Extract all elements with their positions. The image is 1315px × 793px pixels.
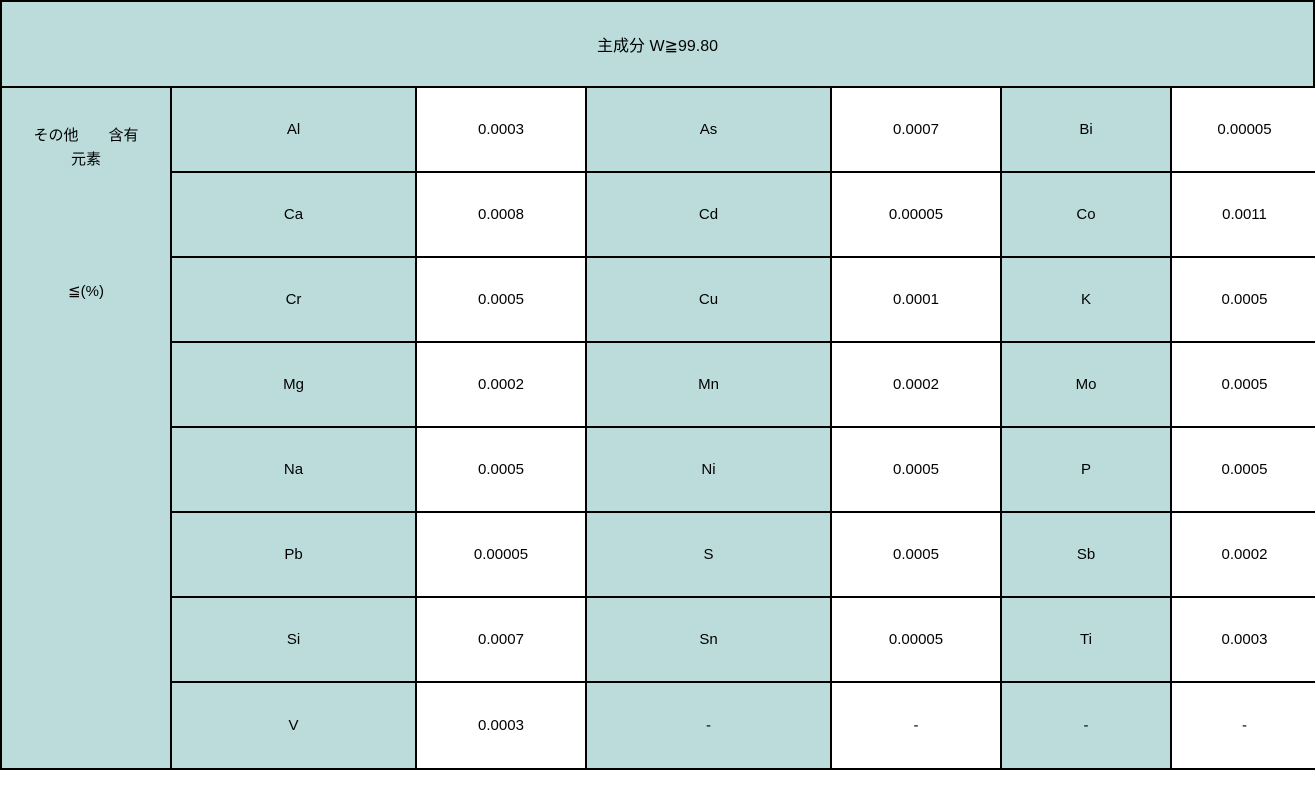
element-cell: Cr: [172, 258, 417, 343]
element-cell: Mo: [1002, 343, 1172, 428]
element-cell: As: [587, 88, 832, 173]
element-cell: Mn: [587, 343, 832, 428]
element-cell: Ni: [587, 428, 832, 513]
element-cell: -: [1002, 683, 1172, 768]
value-cell: 0.00005: [832, 173, 1002, 258]
sidebar-line1: その他 含有: [33, 124, 138, 148]
element-cell: P: [1002, 428, 1172, 513]
value-cell: 0.0007: [832, 88, 1002, 173]
value-cell: -: [832, 683, 1002, 768]
element-cell: V: [172, 683, 417, 768]
value-cell: 0.0002: [1172, 513, 1315, 598]
value-cell: 0.0001: [832, 258, 1002, 343]
sidebar-line2: 元素: [33, 148, 138, 172]
element-cell: Bi: [1002, 88, 1172, 173]
element-cell: Si: [172, 598, 417, 683]
element-cell: -: [587, 683, 832, 768]
value-cell: 0.00005: [1172, 88, 1315, 173]
value-cell: 0.0005: [832, 513, 1002, 598]
element-cell: Al: [172, 88, 417, 173]
value-cell: 0.0008: [417, 173, 587, 258]
element-cell: Cu: [587, 258, 832, 343]
value-cell: 0.0002: [832, 343, 1002, 428]
composition-table: 主成分 W≧99.80 その他 含有 元素 ≦(%) Al 0.0003 As …: [0, 0, 1315, 770]
value-cell: 0.0003: [417, 683, 587, 768]
value-cell: 0.0003: [1172, 598, 1315, 683]
element-cell: K: [1002, 258, 1172, 343]
value-cell: 0.0005: [1172, 428, 1315, 513]
element-cell: Mg: [172, 343, 417, 428]
value-cell: 0.0007: [417, 598, 587, 683]
value-cell: 0.0005: [417, 428, 587, 513]
value-cell: 0.0003: [417, 88, 587, 173]
element-cell: Co: [1002, 173, 1172, 258]
table-header: 主成分 W≧99.80: [2, 2, 1313, 88]
sidebar-unit: ≦(%): [68, 282, 104, 300]
element-cell: Sn: [587, 598, 832, 683]
element-cell: Pb: [172, 513, 417, 598]
element-cell: Sb: [1002, 513, 1172, 598]
value-cell: 0.0011: [1172, 173, 1315, 258]
sidebar-label-top: その他 含有 元素: [33, 124, 138, 172]
table-body: その他 含有 元素 ≦(%) Al 0.0003 As 0.0007 Bi 0.…: [2, 88, 1313, 768]
value-cell: 0.0005: [1172, 343, 1315, 428]
value-cell: -: [1172, 683, 1315, 768]
element-cell: S: [587, 513, 832, 598]
element-cell: Ca: [172, 173, 417, 258]
element-cell: Cd: [587, 173, 832, 258]
value-cell: 0.0005: [832, 428, 1002, 513]
value-cell: 0.0005: [1172, 258, 1315, 343]
value-cell: 0.0005: [417, 258, 587, 343]
value-cell: 0.0002: [417, 343, 587, 428]
value-cell: 0.00005: [832, 598, 1002, 683]
element-cell: Ti: [1002, 598, 1172, 683]
value-cell: 0.00005: [417, 513, 587, 598]
row-header-sidebar: その他 含有 元素 ≦(%): [2, 88, 172, 768]
element-cell: Na: [172, 428, 417, 513]
